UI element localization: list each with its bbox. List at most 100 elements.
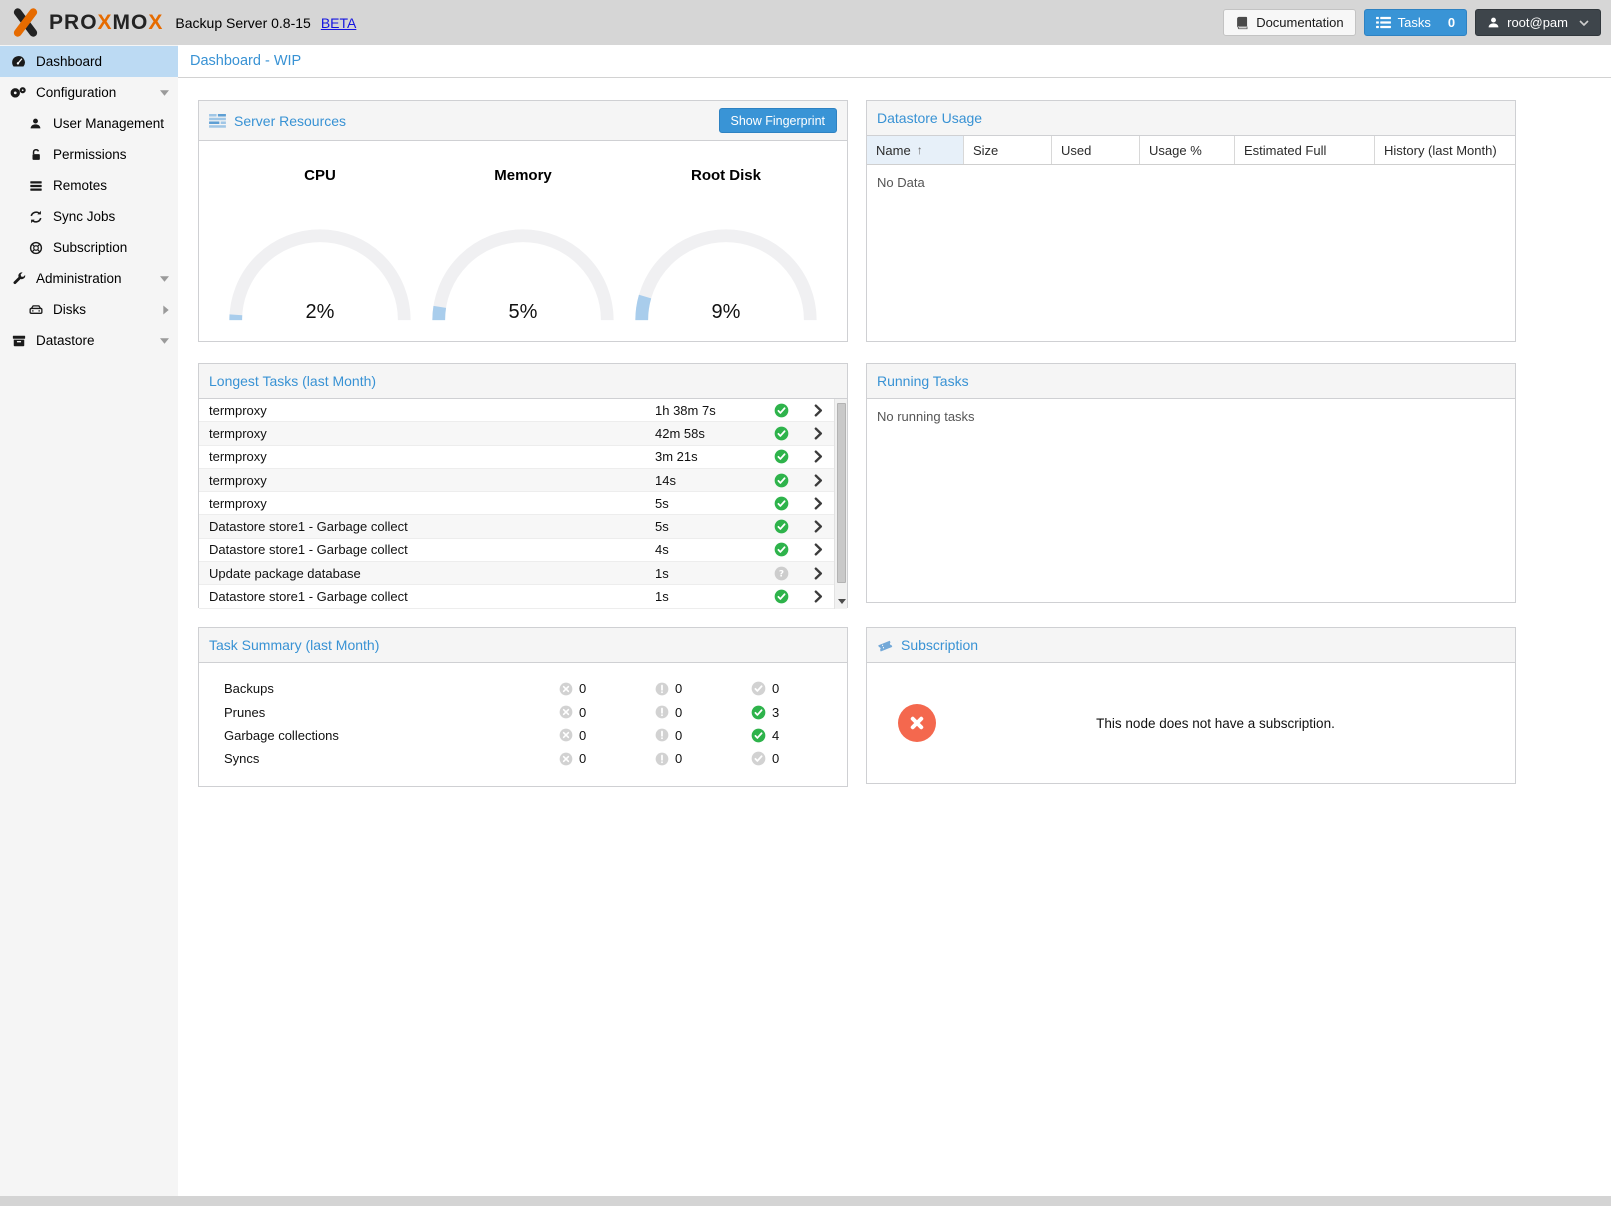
task-summary-title: Task Summary (last Month) [209,637,379,653]
task-row[interactable]: Datastore store1 - Garbage collect4s [199,539,834,562]
column-header-usage[interactable]: Usage % [1140,136,1235,164]
error-count: 0 [579,751,586,766]
sidebar-item-label: Configuration [36,85,116,100]
bottom-bar [0,1196,1611,1206]
gauge-value: 9% [628,301,824,324]
column-header-estimated-full[interactable]: Estimated Full [1235,136,1375,164]
show-fingerprint-button[interactable]: Show Fingerprint [719,108,838,133]
archive-icon [10,334,27,348]
sidebar-item-disks[interactable]: Disks [0,294,178,325]
sort-asc-icon: ↑ [917,143,923,157]
summary-row-prunes[interactable]: Prunes003 [199,700,847,723]
summary-row-syncs[interactable]: Syncs000 [199,747,847,770]
user-label: root@pam [1507,15,1568,30]
app-title: Backup Server 0.8-15 [175,15,310,31]
task-name: Update package database [199,566,655,581]
warning-count: 0 [675,751,682,766]
sidebar-item-sync-jobs[interactable]: Sync Jobs [0,201,178,232]
subscription-panel: Subscription This node does not have a s… [866,627,1516,784]
task-ok-icon [774,519,789,534]
chevron-down-icon[interactable] [160,90,169,96]
open-task-button[interactable] [802,450,834,463]
scrollbar-down-arrow[interactable] [837,597,846,606]
open-task-button[interactable] [802,427,834,440]
user-menu-button[interactable]: root@pam [1475,9,1601,36]
sidebar-item-datastore[interactable]: Datastore [0,325,178,356]
summary-row-backups[interactable]: Backups000 [199,677,847,700]
gauge-value: 5% [425,301,621,324]
sidebar-item-permissions[interactable]: Permissions [0,139,178,170]
sidebar-item-configuration[interactable]: Configuration [0,77,178,108]
column-header-history-last-month[interactable]: History (last Month) [1375,136,1515,164]
sidebar-item-remotes[interactable]: Remotes [0,170,178,201]
scrollbar-thumb[interactable] [837,403,846,583]
brand: PROXMOX Backup Server 0.8-15 BETA [10,7,356,38]
sidebar-item-dashboard[interactable]: Dashboard [0,46,178,77]
longest-tasks-panel: Longest Tasks (last Month) termproxy1h 3… [198,363,848,608]
task-duration: 14s [655,473,760,488]
error-count: 0 [579,681,586,696]
no-running-tasks-text: No running tasks [867,399,1515,434]
chevron-down-icon [1579,20,1589,26]
support-icon [27,241,44,255]
open-task-button[interactable] [802,567,834,580]
task-row[interactable]: termproxy14s [199,469,834,492]
task-row[interactable]: termproxy1h 38m 7s [199,399,834,422]
ok-count: 0 [772,751,779,766]
check-circle-icon [751,728,766,743]
chevron-down-icon[interactable] [160,338,169,344]
chevron-right-icon[interactable] [163,305,169,314]
sidebar-item-subscription[interactable]: Subscription [0,232,178,263]
column-header-name[interactable]: Name↑ [867,136,964,164]
open-task-button[interactable] [802,497,834,510]
chevron-down-icon[interactable] [160,276,169,282]
no-data-text: No Data [867,165,1515,200]
running-tasks-title: Running Tasks [877,373,969,389]
check-circle-icon [751,681,766,696]
beta-link[interactable]: BETA [321,15,357,31]
scrollbar[interactable] [834,399,847,609]
open-task-button[interactable] [802,543,834,556]
server-resources-title: Server Resources [234,113,346,129]
column-header-used[interactable]: Used [1052,136,1140,164]
column-header-size[interactable]: Size [964,136,1052,164]
datastore-usage-panel: Datastore Usage Name↑SizeUsedUsage %Esti… [866,100,1516,342]
check-circle-icon [751,751,766,766]
user-icon [1487,16,1500,29]
open-task-button[interactable] [802,520,834,533]
task-row[interactable]: termproxy42m 58s [199,422,834,445]
ticket-icon [877,638,893,653]
task-ok-icon [774,473,789,488]
exclamation-circle-icon [655,682,669,696]
times-circle-icon [559,752,573,766]
summary-label: Backups [199,681,559,696]
svg-text:?: ? [778,569,783,579]
open-task-button[interactable] [802,404,834,417]
sidebar-item-administration[interactable]: Administration [0,263,178,294]
task-ok-icon [774,426,789,441]
sidebar-item-label: Remotes [53,178,107,193]
open-task-button[interactable] [802,474,834,487]
sidebar-item-user-management[interactable]: User Management [0,108,178,139]
gauge-cpu: CPU2% [219,167,422,341]
task-row[interactable]: Datastore store1 - Garbage collect1s [199,585,834,608]
task-row[interactable]: Datastore store1 - Garbage collect5s [199,515,834,538]
summary-row-garbage-collections[interactable]: Garbage collections004 [199,724,847,747]
app-root: PROXMOX Backup Server 0.8-15 BETA Docume… [0,0,1611,1206]
warning-count: 0 [675,728,682,743]
warning-count: 0 [675,681,682,696]
task-row[interactable]: Update package database1s? [199,562,834,585]
task-duration: 1s [655,589,760,604]
task-row[interactable]: termproxy3m 21s [199,446,834,469]
task-name: Datastore store1 - Garbage collect [199,589,655,604]
task-duration: 4s [655,542,760,557]
running-tasks-panel: Running Tasks No running tasks [866,363,1516,603]
tasks-button[interactable]: Tasks 0 [1364,9,1467,36]
documentation-button[interactable]: Documentation [1223,9,1355,36]
times-circle-icon [559,705,573,719]
task-summary-panel: Task Summary (last Month) Backups 0 0 0 Prun… [198,627,848,787]
sidebar-item-label: Disks [53,302,86,317]
page-title: Dashboard - WIP [190,53,301,69]
open-task-button[interactable] [802,590,834,603]
task-row[interactable]: termproxy5s [199,492,834,515]
